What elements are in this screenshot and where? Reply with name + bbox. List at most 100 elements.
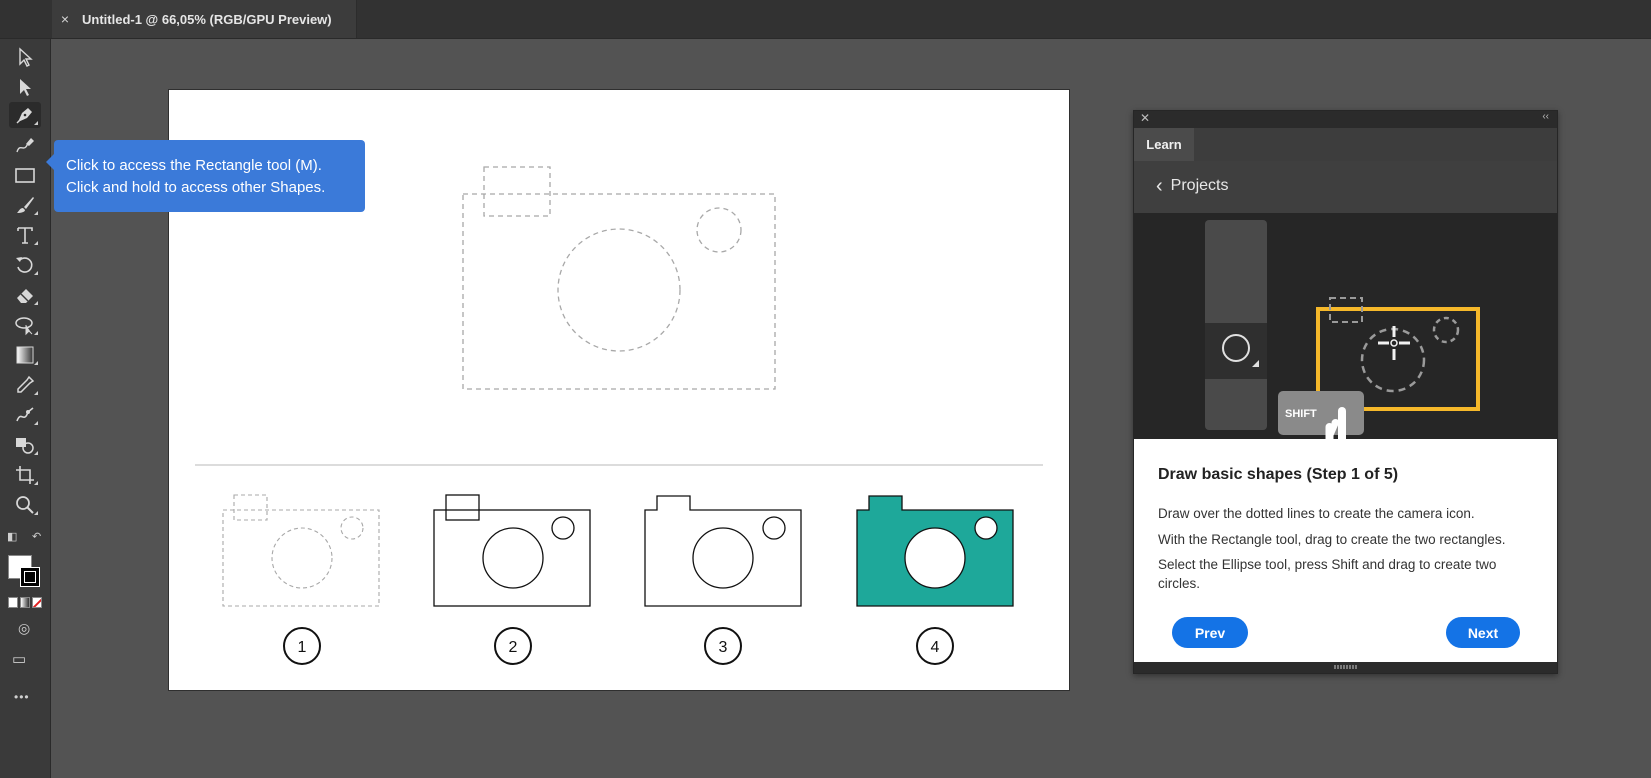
- prev-button[interactable]: Prev: [1172, 617, 1248, 648]
- document-tab-bar: × Untitled-1 @ 66,05% (RGB/GPU Preview): [0, 0, 1651, 39]
- panel-header: ‹ Projects: [1134, 161, 1557, 213]
- shift-drag-illustration: SHIFT: [1205, 220, 1480, 439]
- rotate-icon: [16, 257, 33, 273]
- step1-top: [233, 494, 268, 521]
- back-to-projects-button[interactable]: ‹ Projects: [1156, 175, 1229, 197]
- step3-number: 3: [719, 639, 728, 656]
- chevron-left-icon: ‹: [1156, 175, 1163, 197]
- pen-icon: [16, 108, 32, 124]
- tools-panel: ››: [0, 0, 51, 778]
- puppet-warp-icon: [16, 407, 34, 422]
- stroke-color-swatch[interactable]: [20, 567, 40, 587]
- illus-tool-highlight: [1205, 323, 1267, 379]
- selection-tool-button[interactable]: [9, 44, 41, 70]
- panel-tabs: Learn: [1134, 128, 1557, 161]
- tab-learn[interactable]: Learn: [1134, 128, 1194, 161]
- eraser-icon: [17, 289, 33, 303]
- step2-number: 2: [509, 639, 518, 656]
- back-label: Projects: [1170, 177, 1229, 194]
- step2-flash: [551, 516, 575, 540]
- panel-title-strip[interactable]: ✕ ‹‹: [1134, 111, 1557, 128]
- step1-body: [222, 509, 380, 607]
- gradient-icon: [16, 346, 34, 364]
- illus-dashed-flash: [1432, 316, 1460, 344]
- rectangle-tool-tooltip: Click to access the Rectangle tool (M). …: [46, 140, 365, 212]
- paintbrush-icon: [17, 197, 34, 213]
- step2-camera: [433, 494, 591, 607]
- eyedropper-tool-button[interactable]: [9, 372, 41, 398]
- artboard-icon: [16, 466, 34, 484]
- lasso-tool-button[interactable]: [9, 312, 41, 338]
- type-tool-button[interactable]: [9, 222, 41, 248]
- collapse-panel-icon[interactable]: ‹‹: [1542, 111, 1549, 122]
- edit-toolbar-more-icon[interactable]: •••: [14, 690, 30, 704]
- pen-tool-button[interactable]: [9, 102, 41, 128]
- gradient-mode-icon[interactable]: [20, 597, 30, 608]
- default-colors-icon[interactable]: ◧: [7, 530, 17, 543]
- step4-flash: [974, 516, 998, 540]
- close-tab-icon[interactable]: ×: [52, 11, 78, 27]
- curvature-tool-button[interactable]: [9, 132, 41, 158]
- step3-flash: [762, 516, 786, 540]
- step3-camera: [644, 495, 802, 607]
- step4-camera: [856, 495, 1014, 607]
- shape-builder-icon: [16, 438, 34, 454]
- rectangle-icon: [15, 168, 35, 183]
- instruction-2: With the Rectangle tool, drag to create …: [1158, 532, 1506, 547]
- step3-body: [644, 495, 802, 607]
- rotate-tool-button[interactable]: [9, 252, 41, 278]
- instruction-3: Select the Ellipse tool, press Shift and…: [1158, 557, 1497, 591]
- type-icon: [17, 227, 33, 244]
- close-panel-icon[interactable]: ✕: [1140, 111, 1150, 125]
- artboard-tool-button[interactable]: [9, 462, 41, 488]
- step1-number: 1: [298, 639, 307, 656]
- zoom-tool-button[interactable]: [9, 492, 41, 518]
- blend-tool-button[interactable]: [9, 402, 41, 428]
- swap-colors-icon[interactable]: ↶: [32, 530, 41, 543]
- step3-lens: [692, 527, 754, 589]
- selection-arrow-icon: [19, 47, 33, 67]
- tooltip-line-2: Click and hold to access other Shapes.: [66, 179, 326, 196]
- guide-flash-circle[interactable]: [696, 207, 742, 253]
- gradient-tool-button[interactable]: [9, 342, 41, 368]
- learn-panel: ✕ ‹‹ Learn ‹ Projects SHIFT Draw basic s…: [1133, 110, 1558, 674]
- shape-builder-tool-button[interactable]: [9, 432, 41, 458]
- guide-lens-circle[interactable]: [557, 228, 681, 352]
- rectangle-tool-button[interactable]: [9, 162, 41, 188]
- eraser-tool-button[interactable]: [9, 282, 41, 308]
- panel-resize-grip[interactable]: [1334, 665, 1358, 669]
- dashed-camera-guide: [462, 166, 776, 390]
- drawing-mode-icon[interactable]: ◎: [18, 620, 30, 637]
- instruction-1: Draw over the dotted lines to create the…: [1158, 506, 1475, 521]
- step-content: Draw basic shapes (Step 1 of 5) Draw ove…: [1134, 439, 1557, 662]
- zoom-magnifier-icon: [16, 496, 34, 514]
- step4-lens: [904, 527, 966, 589]
- step2-body: [433, 509, 591, 607]
- document-tab-title: Untitled-1 @ 66,05% (RGB/GPU Preview): [82, 11, 332, 27]
- tooltip-line-1: Click to access the Rectangle tool (M).: [66, 157, 322, 174]
- eyedropper-icon: [17, 375, 35, 393]
- panel-resize-bar[interactable]: [1134, 662, 1557, 673]
- color-mode-buttons: [8, 597, 42, 608]
- step2-top: [445, 494, 480, 521]
- step4-number: 4: [931, 639, 940, 656]
- none-mode-icon[interactable]: [32, 597, 42, 608]
- guide-top-rect[interactable]: [483, 166, 551, 217]
- tutorial-illustration: SHIFT: [1134, 213, 1557, 439]
- direct-selection-tool-button[interactable]: [9, 74, 41, 100]
- next-button[interactable]: Next: [1446, 617, 1520, 648]
- step2-lens: [482, 527, 544, 589]
- lasso-icon: [15, 317, 33, 336]
- screen-mode-icon[interactable]: ▭: [12, 650, 26, 668]
- guide-body-rect[interactable]: [462, 193, 776, 390]
- illus-shift-key-label: SHIFT: [1285, 408, 1317, 420]
- step1-flash: [340, 516, 364, 540]
- paintbrush-tool-button[interactable]: [9, 192, 41, 218]
- color-mode-icon[interactable]: [8, 597, 18, 608]
- step1-lens: [271, 527, 333, 589]
- step-title: Draw basic shapes (Step 1 of 5): [1158, 466, 1399, 483]
- document-tab[interactable]: × Untitled-1 @ 66,05% (RGB/GPU Preview): [52, 0, 357, 38]
- step1-camera: [222, 494, 380, 607]
- curvature-pen-icon: [16, 138, 34, 153]
- direct-selection-arrow-icon: [20, 79, 31, 96]
